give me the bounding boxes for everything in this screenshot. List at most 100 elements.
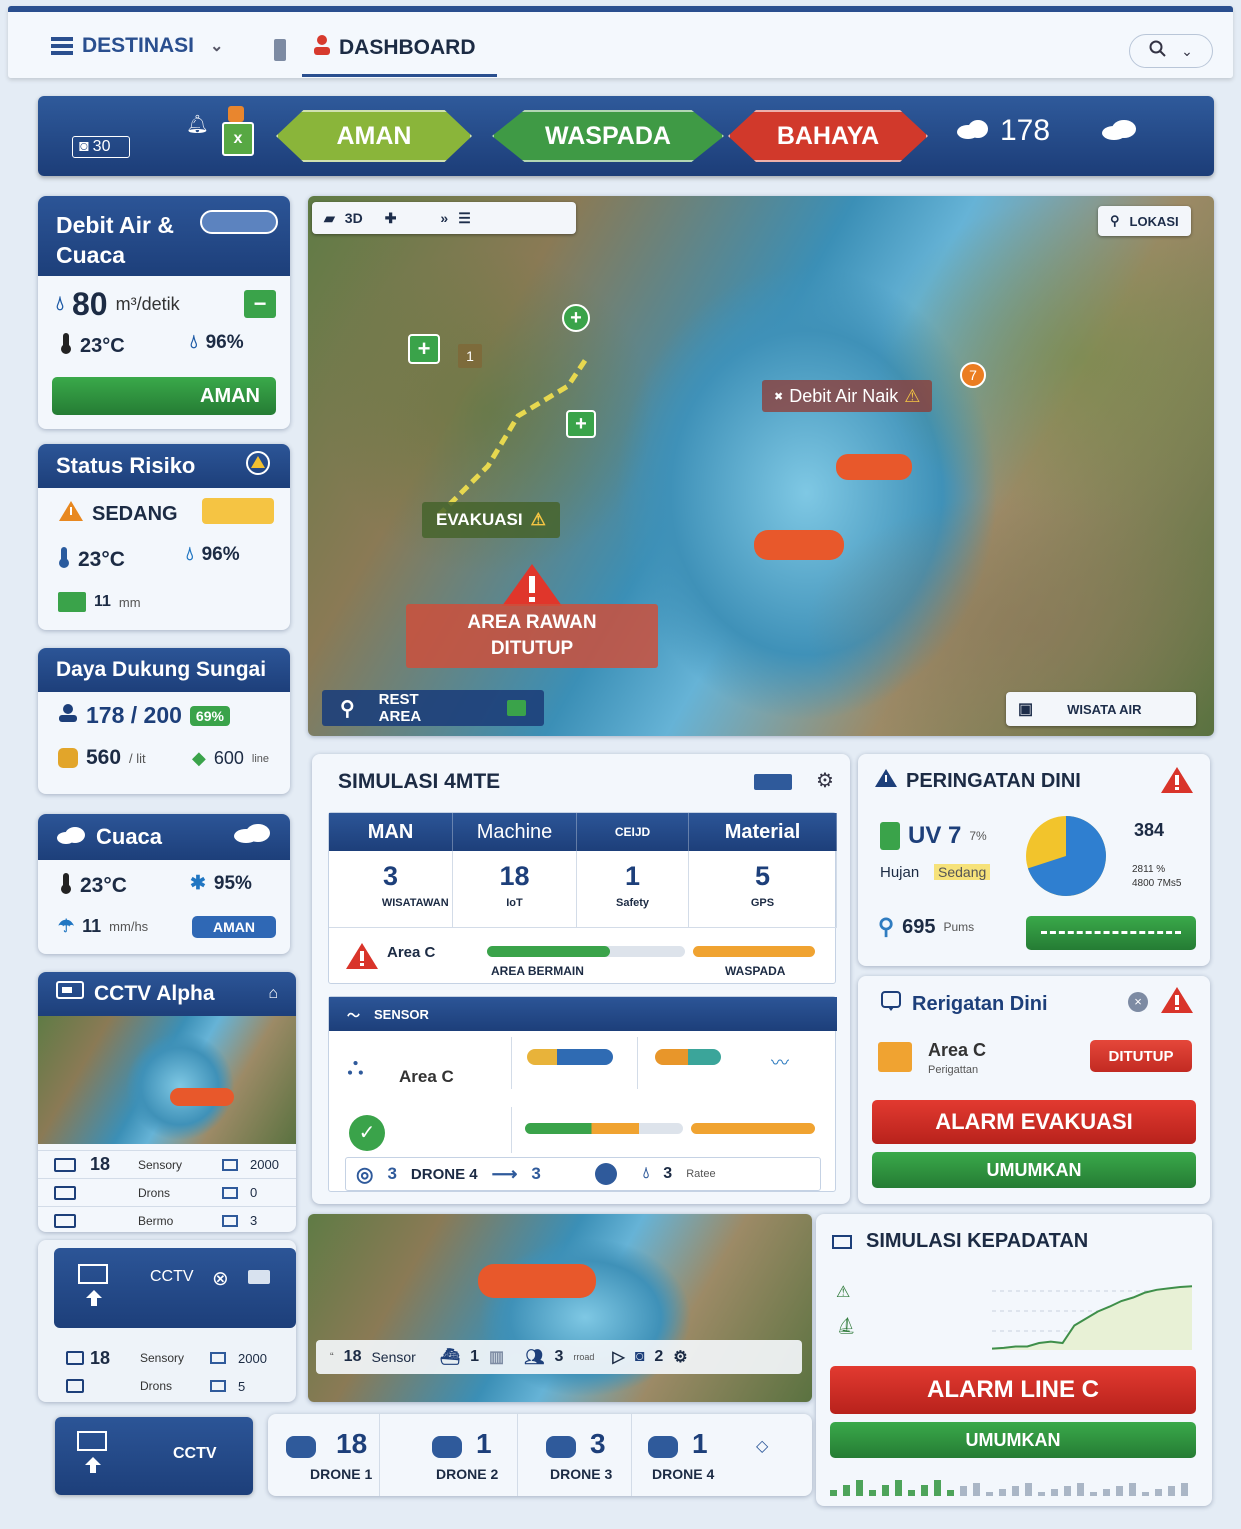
cctv-alpha-card: CCTV Alpha ⌂ 18 Sensory 2000 Drons 0 Bermo 3 — [38, 972, 296, 1232]
top-navbar: DESTINASI ⌄ DASHBOARD ⌄ — [8, 6, 1233, 78]
density-bar — [1090, 1492, 1097, 1496]
river-map[interactable]: ▰ 3D ✚ » ☰ ⚲ LOKASI + + + 1 ✖ Debit Air N… — [308, 196, 1214, 736]
weather-badge — [202, 498, 274, 524]
area-rawan-text-1: AREA RAWAN — [467, 612, 597, 633]
gear-icon[interactable]: ⚙ — [816, 768, 834, 793]
umumkan-button[interactable]: UMUMKAN — [872, 1152, 1196, 1188]
nav-dashboard[interactable]: DASHBOARD — [313, 34, 476, 62]
close-icon[interactable]: × — [1128, 992, 1148, 1012]
rest-area-button[interactable]: ⚲ REST AREA — [322, 690, 544, 726]
sensor-warning-bar — [691, 1123, 815, 1134]
user-icon — [313, 34, 331, 62]
cctv-row-value-2: 3 — [250, 1213, 258, 1228]
early-warning-pie — [1026, 816, 1106, 896]
lokasi-button[interactable]: ⚲ LOKASI — [1098, 206, 1191, 236]
collapse-button[interactable]: − — [244, 290, 276, 318]
density-bar — [1129, 1483, 1136, 1496]
cloud-icon — [56, 824, 86, 850]
status-level-2[interactable]: BAHAYA — [728, 110, 928, 162]
thermometer-icon — [60, 872, 72, 900]
risk-humidity: 96% — [201, 544, 240, 565]
toggle-switch[interactable] — [200, 210, 278, 234]
umumkan-button[interactable]: UMUMKAN — [830, 1422, 1196, 1458]
tools-icon — [655, 1049, 721, 1065]
gear-icon[interactable]: ⚙ — [673, 1347, 687, 1367]
camera-icon: ◙ — [634, 1348, 645, 1365]
bell-icon: 🔔︎ — [186, 114, 209, 134]
density-bar — [986, 1492, 993, 1496]
settings-icon[interactable]: ⌂ — [268, 985, 278, 1003]
camera-counter[interactable]: ◙ 30 — [72, 136, 130, 158]
evakuasi-label[interactable]: EVAKUASI ⚠ — [422, 502, 560, 538]
arrow-icon[interactable]: » — [440, 210, 448, 226]
water-unit: / lit — [129, 750, 146, 766]
warning-icon: ⚠ — [530, 510, 546, 529]
device-icon — [54, 1157, 76, 1172]
cctv2-header: CCTV ⊗ — [54, 1248, 296, 1328]
first-aid-icon[interactable]: + — [562, 304, 590, 332]
flow-value: 80 — [72, 286, 108, 322]
cctv-row-value: 18 — [90, 1154, 111, 1174]
menu-icon[interactable] — [248, 1270, 270, 1284]
visitor-row: 178 / 200 69% — [58, 702, 230, 729]
early-warning-action[interactable] — [1026, 916, 1196, 950]
ditutup-button[interactable]: DITUTUP — [1090, 1040, 1192, 1072]
sim-col-header[interactable]: Machine — [453, 813, 577, 851]
compass-icon[interactable]: ✚ — [385, 210, 397, 227]
drone-cell[interactable]: 3 DRONE 3 — [520, 1414, 632, 1496]
location-pin-icon: ⚲ — [1110, 213, 1120, 228]
river-feed[interactable]: “ 18 Sensor ⛴ 1 ▥ 👥︎ 3 rroad ▷ ◙ 2 ⚙ — [308, 1214, 812, 1402]
wisata-air-text: WISATA AIR — [1067, 701, 1142, 717]
sim-col-header[interactable]: MAN — [329, 813, 453, 851]
counter-value: 30 — [92, 138, 111, 155]
sim-col-header[interactable]: CEIJD — [577, 813, 689, 851]
status-level-1[interactable]: WASPADA — [492, 110, 724, 162]
density-bar — [830, 1490, 837, 1496]
weather-status-button[interactable]: AMAN — [192, 916, 276, 938]
lokasi-label: LOKASI — [1129, 213, 1179, 229]
toolbar-3d-button[interactable]: 3D — [345, 210, 363, 226]
status-aman-button[interactable]: AMAN — [52, 377, 276, 415]
search-button[interactable]: ⌄ — [1129, 34, 1213, 68]
cctv-alpha-feed[interactable] — [38, 1016, 296, 1144]
excel-icon[interactable]: x — [222, 122, 254, 156]
sim-cell-value: 5 — [754, 861, 771, 891]
alarm-line-button[interactable]: ALARM LINE C — [830, 1366, 1196, 1414]
density-bar — [973, 1483, 980, 1496]
pie-label-2: 4800 7Ms5 — [1132, 878, 1182, 889]
temp-row: 23°C — [60, 332, 125, 360]
alert-badge[interactable]: 7 — [960, 362, 986, 388]
warning-icon — [874, 768, 898, 794]
close-icon[interactable]: ⊗ — [212, 1266, 229, 1291]
map-view-icon[interactable]: ▰ — [324, 210, 335, 227]
rerig-title: Rerigatan Dini — [912, 992, 1048, 1015]
phone-icon[interactable] — [273, 38, 287, 62]
wave-icon: 〰 — [771, 1053, 789, 1073]
weather-value: 178 — [1000, 114, 1051, 147]
sim-col-header[interactable]: Material — [689, 813, 837, 851]
drone-strip: 18 DRONE 1 1 DRONE 2 3 DRONE 3 1 DRONE 4 ◇ — [268, 1414, 812, 1496]
drone-cell[interactable]: 18 DRONE 1 — [268, 1414, 380, 1496]
search-icon — [1149, 40, 1167, 63]
cctv3-card[interactable]: CCTV — [55, 1417, 253, 1495]
debit-naik-label[interactable]: ✖ Debit Air Naik ⚠ — [762, 380, 933, 412]
raft-icon — [836, 454, 912, 480]
sim-cell-label: IoT — [506, 897, 523, 909]
drone-cell[interactable]: 1 DRONE 2 — [406, 1414, 518, 1496]
calendar-icon — [210, 1352, 226, 1364]
cloud-icon — [232, 823, 272, 851]
early-warning-card: PERINGATAN DINI UV 7 7% Hujan Sedang 384… — [858, 754, 1210, 966]
flag-icon: ▷ — [612, 1349, 625, 1366]
umbrella-icon: ☂ — [58, 916, 75, 936]
nav-destinasi[interactable]: DESTINASI ⌄ — [50, 34, 223, 58]
area-rawan-label[interactable]: AREA RAWAN DITUTUP — [406, 604, 658, 668]
drone-label: DRONE 3 — [550, 1466, 613, 1482]
sim-card: SIMULASI 4MTE ⚙ MAN Machine CEIJD Material … — [312, 754, 850, 1204]
layers-icon[interactable]: ☰ — [458, 210, 471, 227]
status-level-0[interactable]: AMAN — [276, 110, 472, 162]
humidity-row: 💧︎ 96% — [190, 332, 244, 354]
alarm-evakuasi-button[interactable]: ALARM EVAKUASI — [872, 1100, 1196, 1144]
diamond-icon[interactable]: ◇ — [756, 1436, 768, 1456]
density-bar — [1038, 1492, 1045, 1496]
wisata-air-button[interactable]: ▣ WISATA AIR — [1006, 692, 1196, 726]
